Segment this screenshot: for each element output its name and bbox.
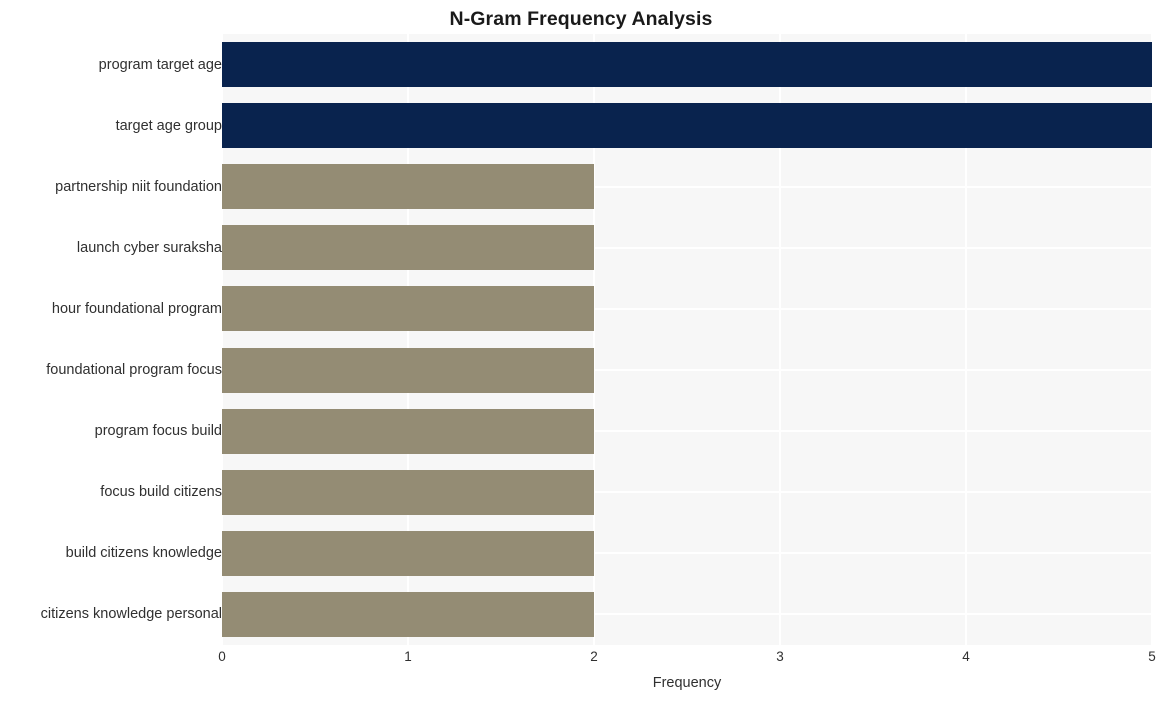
y-axis-tick-labels: program target age target age group partne… [0,34,222,645]
x-axis-tick-label: 3 [776,649,784,664]
bar[interactable] [222,225,594,271]
y-axis-tick-label: program target age [98,56,222,73]
x-axis-tick-label: 5 [1148,649,1156,664]
bar[interactable] [222,164,594,210]
x-axis-tick-label: 2 [590,649,598,664]
bar[interactable] [222,286,594,332]
y-axis-tick-label: hour foundational program [51,300,222,317]
chart-container: N-Gram Frequency Analysis program target… [0,0,1162,701]
bar[interactable] [222,591,594,637]
bar[interactable] [222,103,1152,149]
bar[interactable] [222,408,594,454]
x-axis-tick-labels: 0 1 2 3 4 5 [218,648,1156,670]
y-axis-tick-label: launch cyber suraksha [76,239,222,256]
y-axis-tick-label: partnership niit foundation [55,178,222,195]
bar[interactable] [222,530,594,576]
x-axis-tick-label: 4 [962,649,970,664]
y-axis-tick-label: build citizens knowledge [65,545,222,562]
bar[interactable] [222,42,1152,88]
bar[interactable] [222,347,594,393]
y-axis-tick-label: citizens knowledge personal [40,606,222,623]
plot-area [222,34,1152,645]
x-axis-tick-label: 0 [218,649,226,664]
chart-title: N-Gram Frequency Analysis [449,8,713,30]
x-axis-title: Frequency [652,675,722,691]
y-axis-tick-label: focus build citizens [100,484,222,501]
bar[interactable] [222,469,594,515]
x-axis-tick-label: 1 [404,649,412,664]
y-axis-tick-label: target age group [115,117,222,134]
y-axis-tick-label: program focus build [94,423,222,440]
y-axis-tick-label: foundational program focus [46,362,222,379]
